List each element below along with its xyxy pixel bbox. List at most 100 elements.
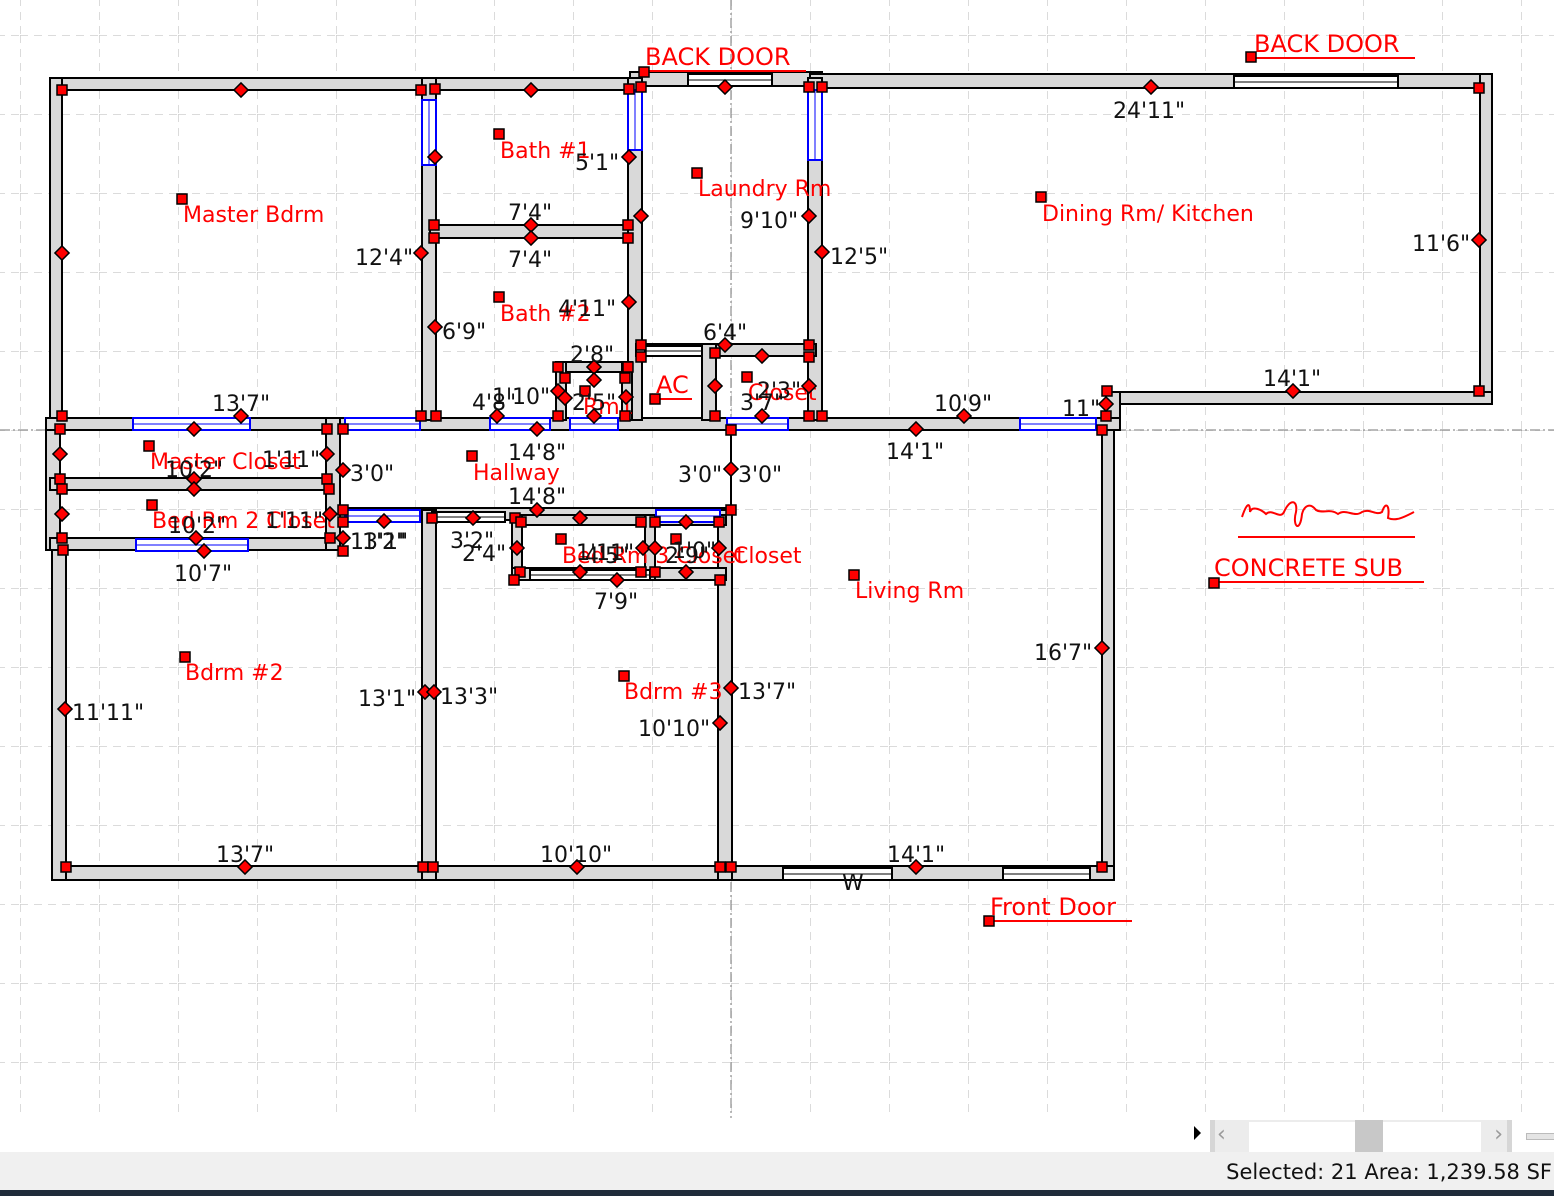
vertex-handle[interactable] xyxy=(466,450,478,462)
vertex-handle[interactable] xyxy=(426,512,438,524)
scroll-left-icon[interactable]: ‹ xyxy=(1217,1122,1226,1147)
vertex-handle[interactable] xyxy=(709,410,721,422)
vertex-handle[interactable] xyxy=(337,504,349,516)
vertex-handle[interactable] xyxy=(1100,410,1112,422)
vertex-handle[interactable] xyxy=(428,219,440,231)
vertex-handle[interactable] xyxy=(1245,51,1257,63)
vertex-handle[interactable] xyxy=(635,516,647,528)
vertex-handle[interactable] xyxy=(623,83,635,95)
vertex-handle[interactable] xyxy=(54,473,66,485)
vertex-handle[interactable] xyxy=(622,232,634,244)
scroll-right-icon[interactable]: › xyxy=(1494,1122,1503,1147)
vertex-handle[interactable] xyxy=(321,473,333,485)
vertex-handle[interactable] xyxy=(803,351,815,363)
vertex-handle[interactable] xyxy=(635,566,647,578)
vertex-handle[interactable] xyxy=(649,566,661,578)
room-label-living[interactable]: Living Rm xyxy=(855,579,964,604)
front-door-label[interactable]: Front Door xyxy=(990,893,1116,921)
vertex-handle[interactable] xyxy=(1208,577,1220,589)
vertex-handle[interactable] xyxy=(323,483,335,495)
vertex-handle[interactable] xyxy=(552,361,564,373)
vertex-handle[interactable] xyxy=(176,193,188,205)
vertex-handle[interactable] xyxy=(417,861,429,873)
zoom-slider[interactable] xyxy=(1526,1133,1554,1140)
back-door-label[interactable]: BACK DOOR xyxy=(645,43,791,71)
vertex-handle[interactable] xyxy=(429,83,441,95)
vertex-handle[interactable] xyxy=(552,410,564,422)
vertex-handle[interactable] xyxy=(54,423,66,435)
vertex-handle[interactable] xyxy=(179,651,191,663)
ac-label[interactable]: AC xyxy=(656,371,689,399)
vertex-handle[interactable] xyxy=(635,339,647,351)
vertex-handle[interactable] xyxy=(493,128,505,140)
vertex-handle[interactable] xyxy=(555,533,567,545)
vertex-handle[interactable] xyxy=(649,516,661,528)
vertex-handle[interactable] xyxy=(427,861,439,873)
vertex-handle[interactable] xyxy=(56,483,68,495)
room-label-bdrm2[interactable]: Bdrm #2 xyxy=(185,661,284,686)
vertex-handle[interactable] xyxy=(337,423,349,435)
vertex-handle[interactable] xyxy=(56,84,68,96)
room-label-master-bdrm[interactable]: Master Bdrm xyxy=(183,203,324,228)
vertex-handle[interactable] xyxy=(714,861,726,873)
room-label-bdrm3[interactable]: Bdrm #3 xyxy=(624,680,723,705)
vertex-handle[interactable] xyxy=(816,81,828,93)
horizontal-scrollbar[interactable]: ‹ › xyxy=(1210,1120,1512,1152)
vertex-handle[interactable] xyxy=(337,545,349,557)
vertex-handle[interactable] xyxy=(649,393,661,405)
room-label-laundry[interactable]: Laundry Rm xyxy=(698,177,831,202)
vertex-handle[interactable] xyxy=(60,861,72,873)
vertex-handle[interactable] xyxy=(415,410,427,422)
vertex-handle[interactable] xyxy=(1473,385,1485,397)
vertex-handle[interactable] xyxy=(803,339,815,351)
room-label-closet-lower[interactable]: Closet xyxy=(733,544,802,569)
vertex-handle[interactable] xyxy=(709,347,721,359)
vertex-handle[interactable] xyxy=(515,516,527,528)
vertex-handle[interactable] xyxy=(619,372,631,384)
vertex-handle[interactable] xyxy=(741,371,753,383)
vertex-handle[interactable] xyxy=(848,569,860,581)
vertex-handle[interactable] xyxy=(638,66,650,78)
vertex-handle[interactable] xyxy=(56,410,68,422)
vertex-handle[interactable] xyxy=(618,670,630,682)
vertex-handle[interactable] xyxy=(1096,861,1108,873)
vertex-handle[interactable] xyxy=(493,291,505,303)
back-door-label-2[interactable]: BACK DOOR xyxy=(1254,30,1400,58)
vertex-handle[interactable] xyxy=(803,410,815,422)
vertex-handle[interactable] xyxy=(324,532,336,544)
vertex-handle[interactable] xyxy=(635,351,647,363)
vertex-handle[interactable] xyxy=(57,544,69,556)
scrollbar-thumb[interactable] xyxy=(1355,1120,1383,1152)
vertex-handle[interactable] xyxy=(713,516,725,528)
vertex-handle[interactable] xyxy=(714,574,726,586)
vertex-handle[interactable] xyxy=(635,81,647,93)
vertex-handle[interactable] xyxy=(1096,424,1108,436)
room-label-dining-kitchen[interactable]: Dining Rm/ Kitchen xyxy=(1042,202,1254,227)
vertex-handle[interactable] xyxy=(816,410,828,422)
vertex-handle[interactable] xyxy=(146,499,158,511)
vertex-handle[interactable] xyxy=(430,410,442,422)
vertex-handle[interactable] xyxy=(622,219,634,231)
vertex-handle[interactable] xyxy=(1101,385,1113,397)
wall[interactable] xyxy=(1105,391,1493,405)
vertex-handle[interactable] xyxy=(508,574,520,586)
vertex-handle[interactable] xyxy=(691,167,703,179)
vertex-handle[interactable] xyxy=(725,861,737,873)
vertex-handle[interactable] xyxy=(983,915,995,927)
sheet-tab-arrow-icon[interactable] xyxy=(1194,1126,1201,1140)
vertex-handle[interactable] xyxy=(143,440,155,452)
vertex-handle[interactable] xyxy=(1035,191,1047,203)
vertex-handle[interactable] xyxy=(622,361,634,373)
floor-plan-canvas[interactable]: BACK DOOR BACK DOOR AC CONCRETE SUB Fron… xyxy=(0,0,1554,1152)
vertex-handle[interactable] xyxy=(1473,82,1485,94)
vertex-handle[interactable] xyxy=(619,410,631,422)
vertex-handle[interactable] xyxy=(559,372,571,384)
vertex-handle[interactable] xyxy=(803,81,815,93)
vertex-handle[interactable] xyxy=(725,504,737,516)
vertex-handle[interactable] xyxy=(415,84,427,96)
vertex-handle[interactable] xyxy=(321,423,333,435)
concrete-sub-label[interactable]: CONCRETE SUB xyxy=(1214,554,1403,582)
vertex-handle[interactable] xyxy=(725,424,737,436)
vertex-handle[interactable] xyxy=(56,532,68,544)
vertex-handle[interactable] xyxy=(428,232,440,244)
